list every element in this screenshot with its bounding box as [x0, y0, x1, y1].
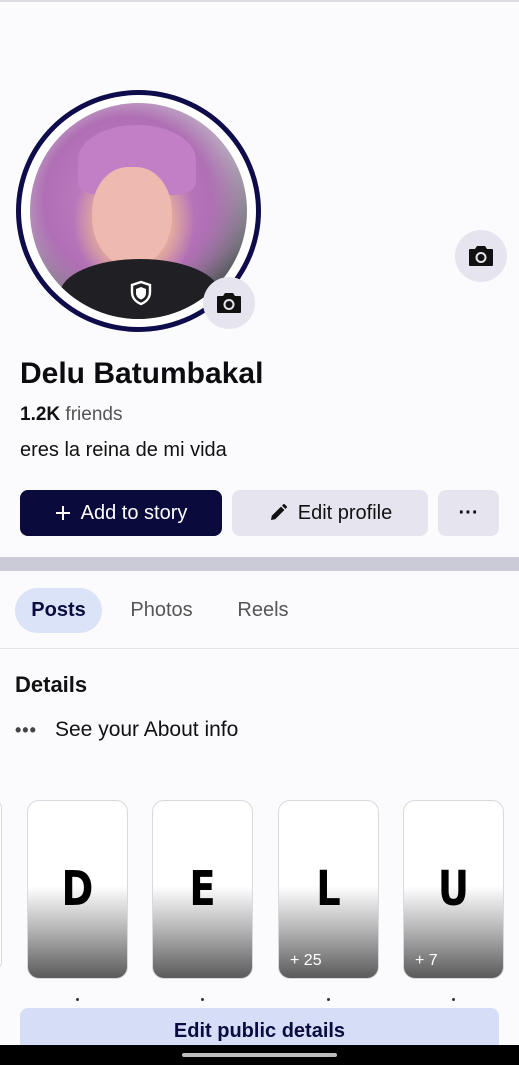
add-to-story-button[interactable]: Add to story: [20, 490, 222, 536]
add-to-story-label: Add to story: [80, 501, 188, 524]
highlight-card[interactable]: D: [27, 800, 128, 979]
see-about-info-row[interactable]: ••• See your About info: [15, 718, 238, 742]
edit-profile-button[interactable]: Edit profile: [232, 490, 428, 536]
cover-camera-button[interactable]: [455, 230, 507, 282]
highlight-card[interactable]: E: [152, 800, 253, 979]
highlight-count: + 7: [415, 952, 438, 969]
top-divider: [0, 0, 519, 2]
tabs-divider: [0, 648, 519, 649]
highlight-letter: D: [61, 861, 94, 917]
camera-icon: [469, 246, 493, 266]
highlight-caption-dot: [327, 998, 330, 1001]
highlight-card[interactable]: U + 7: [403, 800, 504, 979]
shield-icon: [130, 280, 152, 306]
highlight-letter: U: [437, 861, 470, 917]
profile-bio: eres la reina de mi vida: [20, 439, 227, 461]
avatar-camera-button[interactable]: [203, 277, 255, 329]
tab-photos[interactable]: Photos: [114, 588, 209, 633]
home-indicator[interactable]: [182, 1053, 337, 1057]
section-divider: [0, 557, 519, 571]
highlight-card[interactable]: L + 25: [278, 800, 379, 979]
highlight-letter: L: [316, 861, 341, 917]
more-options-button[interactable]: ···: [438, 490, 499, 536]
edit-profile-label: Edit profile: [297, 501, 393, 524]
pencil-icon: [268, 503, 288, 523]
highlight-letter: E: [189, 861, 216, 917]
friends-label: friends: [65, 404, 123, 425]
tab-posts[interactable]: Posts: [15, 588, 102, 633]
details-heading: Details: [15, 672, 88, 697]
more-dots-icon: •••: [15, 719, 37, 740]
friends-number: 1.2K: [20, 404, 61, 425]
highlight-count: + 25: [290, 952, 322, 969]
highlight-caption-dot: [452, 998, 455, 1001]
camera-icon: [217, 293, 241, 313]
tab-reels[interactable]: Reels: [222, 588, 304, 633]
highlight-caption-dot: [76, 998, 79, 1001]
friends-count[interactable]: 1.2K friends: [20, 404, 122, 426]
plus-icon: [55, 505, 71, 521]
highlight-card-partial[interactable]: [0, 800, 2, 970]
highlight-caption-dot: [201, 998, 204, 1001]
profile-name: Delu Batumbakal: [20, 357, 264, 390]
see-about-info-label: See your About info: [55, 718, 239, 741]
